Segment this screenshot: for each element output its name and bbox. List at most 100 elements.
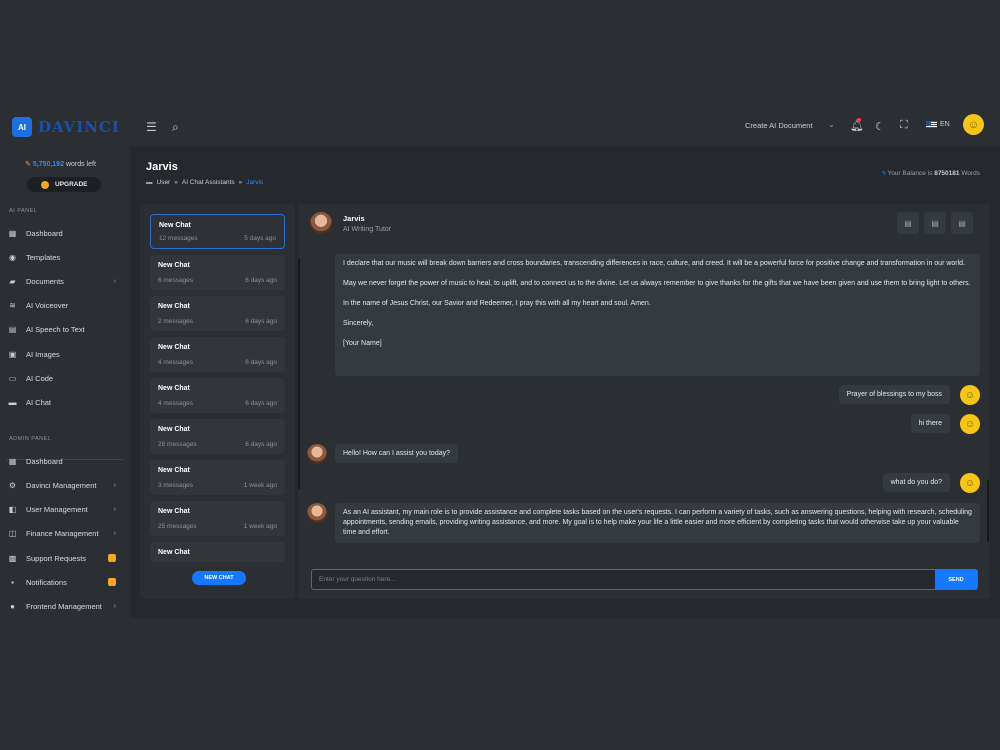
sidebar-item-ai-code[interactable]: ▭ AI Code	[8, 371, 120, 385]
chat-date: 5 days ago	[244, 235, 276, 242]
upgrade-label: UPGRADE	[55, 181, 88, 188]
sidebar-item-user-management[interactable]: ◧ User Management ›	[8, 502, 120, 516]
chat-list-item[interactable]: New Chat 4 messages 6 days ago	[150, 337, 285, 372]
notification-icon: ▪	[11, 577, 14, 587]
scrollbar[interactable]	[987, 480, 989, 542]
chat-list-item[interactable]: New Chat 12 messages 5 days ago	[150, 214, 285, 249]
moon-icon[interactable]: ☾	[875, 120, 885, 133]
sidebar-item-support-requests[interactable]: ▩ Support Requests	[8, 551, 120, 565]
code-icon: ▭	[8, 373, 17, 383]
image-icon: ▣	[8, 349, 17, 359]
chat-title: New Chat	[158, 303, 190, 310]
assistant-name: Jarvis	[343, 214, 365, 223]
sidebar-item-templates[interactable]: ◉ Templates	[8, 250, 120, 264]
assistant-avatar	[307, 503, 327, 523]
chevron-right-icon: ›	[113, 481, 116, 489]
waveform-icon: ≋	[9, 300, 16, 310]
create-document-dropdown[interactable]: Create AI Document	[745, 121, 813, 130]
breadcrumb-user[interactable]: User	[157, 179, 171, 186]
language-selector[interactable]: EN	[926, 121, 950, 128]
chevron-right-icon: ›	[113, 529, 116, 537]
new-chat-button[interactable]: NEW CHAT	[192, 571, 246, 585]
assistant-role: AI Writing Tutor	[343, 226, 392, 233]
sidebar-item-dashboard[interactable]: ▦ Dashboard	[8, 226, 120, 240]
gear-icon: ⚙	[8, 480, 17, 490]
menu-toggle-icon[interactable]: ☰	[146, 120, 157, 134]
export-pdf-icon[interactable]: ▤	[897, 212, 919, 234]
chat-title: New Chat	[159, 222, 191, 229]
chevron-right-icon: ›	[113, 602, 116, 610]
assistant-message: I declare that our music will break down…	[335, 254, 980, 376]
ai-panel-label: AI PANEL	[9, 208, 38, 214]
sidebar-item-documents[interactable]: ▰ Documents ›	[8, 274, 120, 288]
sidebar-item-notifications[interactable]: ▪ Notifications	[8, 575, 120, 589]
breadcrumb-current: Jarvis	[246, 179, 264, 186]
chat-list-item[interactable]: New Chat 6 messages 6 days ago	[150, 255, 285, 290]
export-text-icon[interactable]: ▤	[951, 212, 973, 234]
balance-prefix: Your Balance is	[887, 170, 933, 177]
chat-icon: ▬	[8, 397, 17, 407]
chat-list-item[interactable]: New Chat 2 messages 6 days ago	[150, 296, 285, 331]
words-left: ✎ 5,750,192 words left	[25, 160, 96, 168]
sidebar-item-ai-voiceover[interactable]: ≋ AI Voiceover	[8, 298, 120, 312]
lightning-icon: ϟ	[882, 170, 886, 177]
templates-icon: ◉	[9, 252, 16, 262]
chat-message-count: 2 messages	[158, 318, 194, 325]
chat-list-item[interactable]: New Chat	[150, 542, 285, 562]
page-title: Jarvis	[146, 161, 178, 173]
scroll-icon: ✎	[25, 161, 31, 168]
search-icon[interactable]: ⌕	[172, 120, 179, 135]
sidebar-item-davinci-management[interactable]: ⚙ Davinci Management ›	[8, 478, 120, 492]
sidebar-item-label: Templates	[26, 252, 61, 262]
chat-message-count: 4 messages	[158, 359, 194, 366]
sidebar-item-finance-management[interactable]: ◫ Finance Management ›	[8, 526, 120, 540]
fullscreen-icon[interactable]: ⛶	[900, 119, 908, 132]
question-input[interactable]	[312, 570, 934, 589]
chat-date: 6 days ago	[245, 441, 277, 448]
chat-list-item[interactable]: New Chat 28 messages 6 days ago	[150, 419, 285, 454]
sidebar-item-ai-images[interactable]: ▣ AI Images	[8, 347, 120, 361]
export-word-icon[interactable]: ▤	[924, 212, 946, 234]
panel-divider	[298, 259, 300, 489]
dashboard-icon: ▦	[8, 456, 17, 466]
conversation-panel: Jarvis AI Writing Tutor ▤ ▤ ▤ I declare …	[298, 204, 990, 599]
breadcrumb-ai-chat-assistants[interactable]: AI Chat Assistants	[182, 179, 235, 186]
chevron-right-icon: ›	[113, 277, 116, 285]
sidebar-item-frontend-management[interactable]: ● Frontend Management ›	[8, 599, 120, 613]
sidebar-item-label: Dashboard	[26, 456, 63, 466]
sidebar-item-label: User Management	[26, 504, 88, 514]
send-button[interactable]: SEND	[935, 570, 977, 589]
user-avatar: ☺	[960, 385, 980, 405]
chat-title: New Chat	[158, 426, 190, 433]
sidebar-item-label: AI Code	[26, 373, 54, 383]
sidebar-item-label: AI Voiceover	[26, 300, 69, 310]
message-paragraph: [Your Name]	[343, 340, 382, 347]
dashboard-icon: ▦	[8, 228, 17, 238]
balance-value: 8750181	[934, 170, 960, 177]
assistant-avatar	[310, 212, 332, 234]
chat-list-item[interactable]: New Chat 4 messages 6 days ago	[150, 378, 285, 413]
sidebar-item-label: Finance Management	[26, 528, 99, 538]
user-message: Prayer of blessings to my boss	[838, 385, 950, 404]
sidebar-item-admin-dashboard[interactable]: ▦ Dashboard	[8, 454, 120, 468]
sidebar-item-ai-speech-to-text[interactable]: ▤ AI Speech to Text	[8, 322, 120, 336]
logo[interactable]: AI DAVINCI	[12, 117, 120, 137]
upgrade-button[interactable]: UPGRADE	[27, 177, 101, 192]
chat-title: New Chat	[158, 262, 190, 269]
sidebar-item-ai-chat[interactable]: ▬ AI Chat	[8, 395, 120, 409]
chat-title: New Chat	[158, 385, 190, 392]
chat-list-panel: New Chat 12 messages 5 days ago New Chat…	[140, 204, 295, 599]
user-avatar[interactable]: ☺	[963, 114, 984, 135]
chat-list-item[interactable]: New Chat 3 messages 1 week ago	[150, 460, 285, 495]
chat-message-count: 28 messages	[158, 441, 197, 448]
users-icon: ◧	[8, 504, 17, 514]
sidebar-item-label: Documents	[26, 276, 64, 286]
chat-list-item[interactable]: New Chat 25 messages 1 week ago	[150, 501, 285, 536]
chevron-down-icon[interactable]: ⌄	[828, 120, 835, 129]
breadcrumb-separator: »	[174, 179, 178, 186]
assistant-message: As an AI assistant, my main role is to p…	[335, 503, 980, 543]
admin-panel-label: ADMIN PANEL	[9, 436, 52, 442]
app-window: AI DAVINCI ☰ ⌕ Create AI Document ⌄ 🔔︎ ☾…	[0, 108, 1000, 618]
chat-message-count: 25 messages	[158, 523, 197, 530]
support-icon: ▩	[8, 553, 17, 563]
